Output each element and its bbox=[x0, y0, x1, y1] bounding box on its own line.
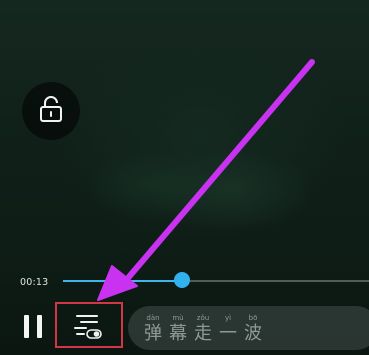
pause-icon-bar bbox=[37, 315, 42, 338]
pause-icon bbox=[24, 315, 29, 338]
placeholder-hanzi: 弹 bbox=[144, 323, 162, 344]
pause-button[interactable] bbox=[20, 313, 46, 341]
progress-track[interactable] bbox=[63, 280, 369, 282]
danmaku-placeholder: dàn 弹 mù 幕 zǒu 走 yì 一 bō 波 bbox=[142, 313, 264, 344]
placeholder-hanzi: 幕 bbox=[169, 323, 187, 344]
highlight-box bbox=[55, 302, 123, 348]
current-time: 00:13 bbox=[20, 277, 49, 288]
progress-thumb[interactable] bbox=[174, 272, 191, 288]
placeholder-hanzi: 波 bbox=[244, 323, 262, 344]
progress-fill bbox=[63, 280, 183, 282]
placeholder-hanzi: 一 bbox=[219, 323, 237, 344]
unlock-icon bbox=[38, 95, 64, 127]
placeholder-hanzi: 走 bbox=[194, 323, 212, 344]
placeholder-char: bō 波 bbox=[242, 313, 264, 344]
screen-lock-button[interactable] bbox=[22, 82, 80, 140]
danmaku-input[interactable]: dàn 弹 mù 幕 zǒu 走 yì 一 bō 波 bbox=[128, 306, 369, 350]
placeholder-char: dàn 弹 bbox=[142, 313, 164, 344]
placeholder-char: zǒu 走 bbox=[192, 313, 214, 344]
placeholder-char: yì 一 bbox=[217, 313, 239, 344]
placeholder-char: mù 幕 bbox=[167, 313, 189, 344]
video-player[interactable]: 00:13 dàn 弹 mù 幕 zǒu 走 yì 一 bō 波 bbox=[0, 0, 369, 355]
